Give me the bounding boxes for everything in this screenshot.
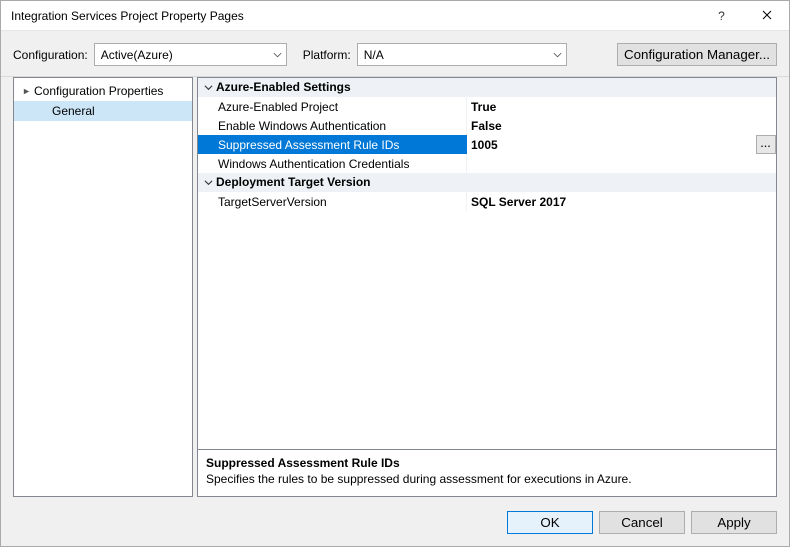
titlebar: Integration Services Project Property Pa…: [1, 1, 789, 31]
property-name: TargetServerVersion: [198, 192, 467, 211]
tree-item-configuration-properties[interactable]: Configuration Properties: [14, 81, 192, 101]
grid-empty-area: [198, 211, 776, 449]
ellipsis-button[interactable]: ...: [756, 135, 776, 154]
nav-tree: Configuration Properties General: [13, 77, 193, 497]
property-row-windows-auth-credentials[interactable]: Windows Authentication Credentials: [198, 154, 776, 173]
category-label: Azure-Enabled Settings: [216, 80, 351, 94]
expand-icon: [20, 87, 32, 96]
category-label: Deployment Target Version: [216, 175, 370, 189]
property-name: Azure-Enabled Project: [198, 97, 467, 116]
property-value-text: 1005: [471, 138, 498, 152]
tree-item-label: General: [52, 104, 95, 118]
property-row-target-server-version[interactable]: TargetServerVersion SQL Server 2017: [198, 192, 776, 211]
property-row-enable-windows-auth[interactable]: Enable Windows Authentication False: [198, 116, 776, 135]
platform-value: N/A: [364, 48, 384, 62]
category-deployment-target-version[interactable]: Deployment Target Version: [198, 173, 776, 192]
property-name: Suppressed Assessment Rule IDs: [198, 135, 467, 154]
property-value[interactable]: False: [467, 116, 776, 135]
property-panel: Azure-Enabled Settings Azure-Enabled Pro…: [197, 77, 777, 497]
property-value[interactable]: 1005 ...: [467, 135, 776, 154]
property-row-azure-enabled-project[interactable]: Azure-Enabled Project True: [198, 97, 776, 116]
description-title: Suppressed Assessment Rule IDs: [206, 456, 768, 470]
configuration-toolbar: Configuration: Active(Azure) Platform: N…: [1, 31, 789, 77]
tree-item-general[interactable]: General: [14, 101, 192, 121]
chevron-down-icon: [200, 178, 216, 187]
chevron-down-icon: [553, 50, 562, 59]
category-azure-enabled-settings[interactable]: Azure-Enabled Settings: [198, 78, 776, 97]
property-value[interactable]: True: [467, 97, 776, 116]
configuration-manager-button[interactable]: Configuration Manager...: [617, 43, 777, 66]
close-icon: [762, 9, 772, 23]
description-panel: Suppressed Assessment Rule IDs Specifies…: [197, 449, 777, 497]
chevron-down-icon: [273, 50, 282, 59]
configuration-value: Active(Azure): [101, 48, 173, 62]
platform-combo[interactable]: N/A: [357, 43, 567, 66]
configuration-combo[interactable]: Active(Azure): [94, 43, 287, 66]
cancel-button[interactable]: Cancel: [599, 511, 685, 534]
apply-button[interactable]: Apply: [691, 511, 777, 534]
help-button[interactable]: ?: [699, 1, 744, 31]
platform-label: Platform:: [303, 48, 351, 62]
dialog-footer: OK Cancel Apply: [1, 503, 789, 546]
property-row-suppressed-assessment-rule-ids[interactable]: Suppressed Assessment Rule IDs 1005 ...: [198, 135, 776, 154]
close-button[interactable]: [744, 1, 789, 31]
window-title: Integration Services Project Property Pa…: [11, 9, 699, 23]
property-value[interactable]: SQL Server 2017: [467, 192, 776, 211]
ok-button[interactable]: OK: [507, 511, 593, 534]
description-text: Specifies the rules to be suppressed dur…: [206, 472, 768, 486]
tree-item-label: Configuration Properties: [34, 84, 163, 98]
chevron-down-icon: [200, 83, 216, 92]
property-value[interactable]: [467, 154, 776, 173]
configuration-label: Configuration:: [13, 48, 88, 62]
property-grid: Azure-Enabled Settings Azure-Enabled Pro…: [197, 77, 777, 450]
property-name: Windows Authentication Credentials: [198, 154, 467, 173]
property-name: Enable Windows Authentication: [198, 116, 467, 135]
help-icon: ?: [718, 9, 725, 23]
property-pages-dialog: Integration Services Project Property Pa…: [0, 0, 790, 547]
dialog-body: Configuration Properties General Azure-E…: [1, 77, 789, 503]
